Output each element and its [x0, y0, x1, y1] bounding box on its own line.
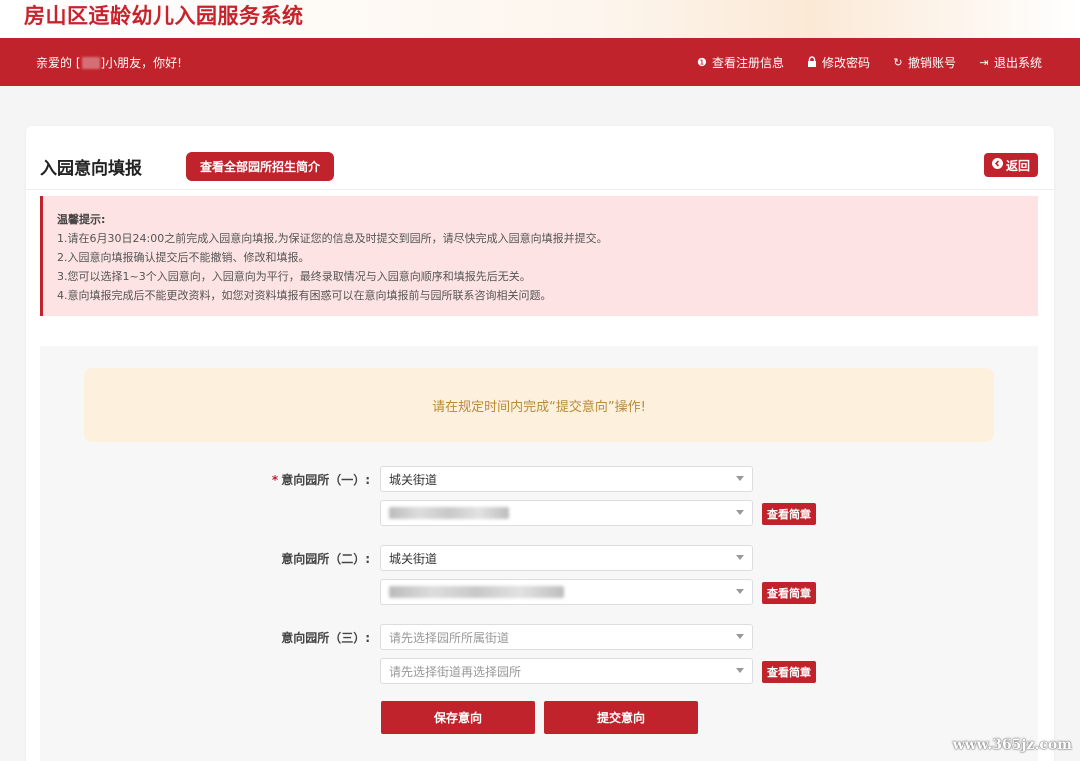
change-password-link[interactable]: 修改密码 [806, 54, 870, 71]
greeting-suffix: ]小朋友，你好! [100, 56, 183, 70]
greeting-prefix: 亲爱的 [ [36, 56, 81, 70]
top-navbar: 亲爱的 [ ]小朋友，你好! ❶ 查看注册信息 修改密码 ↻ 撤销账号 ⇥ 退出… [0, 38, 1080, 86]
chevron-down-icon [736, 510, 744, 515]
app-title: 房山区适龄幼儿入园服务系统 [24, 4, 304, 28]
site-watermark: www.365jz.com [952, 737, 1072, 753]
card-header: 入园意向填报 查看全部园所招生简介 返回 [26, 126, 1054, 190]
arrow-left-icon [991, 158, 1003, 172]
cancel-account-link[interactable]: ↻ 撤销账号 [892, 54, 956, 71]
intention-1-label: * 意向园所（一）: [220, 471, 370, 488]
nav-link-label: 修改密码 [821, 56, 870, 70]
nav-link-label: 查看注册信息 [711, 56, 784, 70]
intention-2-kindergarten-select[interactable] [380, 579, 753, 605]
lock-icon [806, 55, 818, 70]
page-title: 入园意向填报 [40, 159, 142, 179]
intention-1-street-select[interactable]: 城关街道 [380, 466, 753, 492]
chevron-down-icon [736, 634, 744, 639]
notice-line: 1.请在6月30日24:00之前完成入园意向填报,为保证您的信息及时提交到园所，… [57, 232, 608, 245]
notice-line: 2.入园意向填报确认提交后不能撤销、修改和填报。 [57, 251, 310, 264]
notice-box: 温馨提示: 1.请在6月30日24:00之前完成入园意向填报,为保证您的信息及时… [40, 196, 1038, 316]
intention-card: 入园意向填报 查看全部园所招生简介 返回 温馨提示: 1.请在6月30日24:0… [26, 126, 1054, 761]
placeholder-text: 请先选择街道再选择园所 [389, 664, 522, 679]
intention-3-label: 意向园所（三）: [220, 629, 370, 646]
intention-2-street-select[interactable]: 城关街道 [380, 545, 753, 571]
nav-links: ❶ 查看注册信息 修改密码 ↻ 撤销账号 ⇥ 退出系统 [696, 54, 1042, 71]
save-intention-button[interactable]: 保存意向 [381, 701, 535, 734]
intention-2-label: 意向园所（二）: [220, 550, 370, 567]
redacted-kindergarten [389, 586, 564, 598]
selected-value: 城关街道 [389, 472, 438, 487]
label-text: 意向园所（三）: [281, 631, 370, 645]
notice-line: 4.意向填报完成后不能更改资料，如您对资料填报有困惑可以在意向填报前与园所联系咨… [57, 289, 552, 302]
intention-3-street-select[interactable]: 请先选择园所所属街道 [380, 624, 753, 650]
notice-line: 3.您可以选择1~3个入园意向，入园意向为平行，最终录取情况与入园意向顺序和填报… [57, 270, 531, 283]
required-mark: * [271, 473, 279, 487]
nav-link-label: 退出系统 [993, 56, 1042, 70]
back-label: 返回 [1005, 158, 1030, 173]
logout-icon: ⇥ [979, 56, 989, 69]
view-all-intro-button[interactable]: 查看全部园所招生简介 [186, 152, 335, 181]
redacted-kindergarten [389, 507, 509, 519]
intention-3-kindergarten-select[interactable]: 请先选择街道再选择园所 [380, 658, 753, 684]
chevron-down-icon [736, 476, 744, 481]
chevron-down-icon [736, 668, 744, 673]
intention-form: 请在规定时间内完成“提交意向”操作! * 意向园所（一）: 城关街道 查看简章 意… [40, 346, 1038, 761]
logout-link[interactable]: ⇥ 退出系统 [978, 54, 1042, 71]
submit-intention-button[interactable]: 提交意向 [544, 701, 698, 734]
nav-link-label: 撤销账号 [907, 56, 956, 70]
info-icon: ❶ [697, 56, 707, 69]
chevron-down-icon [736, 555, 744, 560]
notice-title: 温馨提示: [57, 213, 106, 226]
selected-value: 城关街道 [389, 551, 438, 566]
refresh-icon: ↻ [893, 56, 903, 69]
user-greeting: 亲爱的 [ ]小朋友，你好! [36, 54, 182, 71]
deadline-alert: 请在规定时间内完成“提交意向”操作! [84, 368, 994, 442]
intention-1-view-brochure-button[interactable]: 查看简章 [762, 503, 816, 525]
view-registration-link[interactable]: ❶ 查看注册信息 [696, 54, 784, 71]
chevron-down-icon [736, 589, 744, 594]
label-text: 意向园所（二）: [281, 552, 370, 566]
top-banner: 房山区适龄幼儿入园服务系统 [0, 0, 1080, 38]
redacted-name [81, 56, 100, 69]
label-text: 意向园所（一）: [281, 473, 370, 487]
intention-3-view-brochure-button[interactable]: 查看简章 [762, 661, 816, 683]
placeholder-text: 请先选择园所所属街道 [389, 630, 510, 645]
back-button[interactable]: 返回 [983, 153, 1038, 177]
intention-2-view-brochure-button[interactable]: 查看简章 [762, 582, 816, 604]
intention-1-kindergarten-select[interactable] [380, 500, 753, 526]
